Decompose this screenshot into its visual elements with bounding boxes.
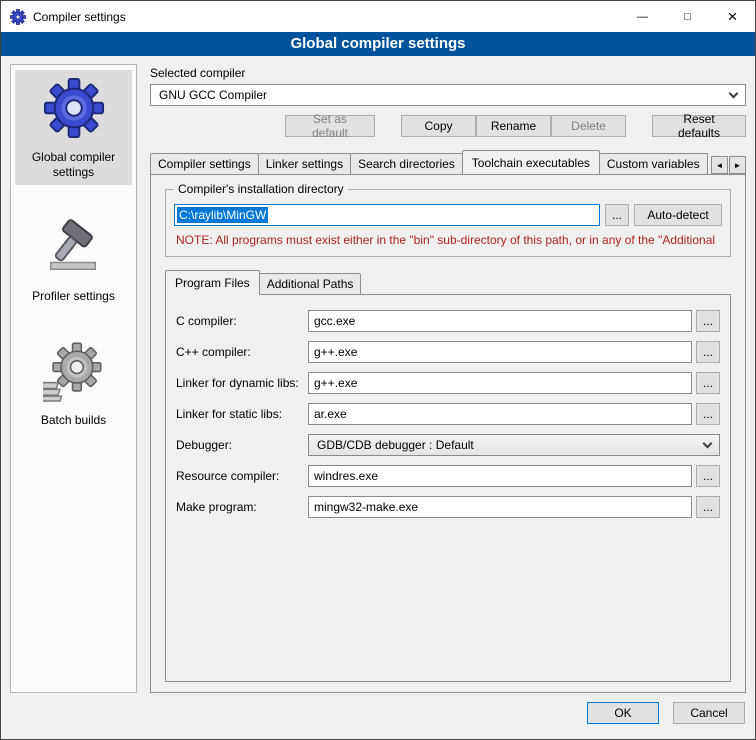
program-files-panel: C compiler: ... C++ compiler: ... Linker… — [165, 294, 731, 682]
tab-compiler-settings[interactable]: Compiler settings — [150, 153, 259, 174]
tab-scroll-left-icon[interactable]: ◄ — [711, 156, 728, 174]
debugger-label: Debugger: — [176, 438, 308, 452]
selected-compiler-dropdown[interactable]: GNU GCC Compiler — [150, 84, 746, 106]
minimize-button[interactable]: — — [620, 1, 665, 32]
installation-directory-group: Compiler's installation directory C:\ray… — [165, 189, 731, 257]
make-program-row: Make program: ... — [176, 496, 720, 518]
page-title: Global compiler settings — [1, 32, 755, 56]
window-controls: — □ × — [620, 1, 755, 32]
static-linker-browse-button[interactable]: ... — [696, 403, 720, 425]
compiler-settings-window: Compiler settings — □ × Global compiler … — [0, 0, 756, 740]
c-compiler-label: C compiler: — [176, 314, 308, 328]
static-linker-input[interactable] — [308, 403, 692, 425]
sidebar-item-batch-builds[interactable]: Batch builds — [15, 333, 132, 433]
maximize-button[interactable]: □ — [665, 1, 710, 32]
tab-build-options[interactable]: Build options — [707, 153, 708, 174]
make-program-label: Make program: — [176, 500, 308, 514]
chevron-down-icon — [703, 438, 713, 448]
resource-compiler-row: Resource compiler: ... — [176, 465, 720, 487]
compiler-actions: Set as default Copy Rename Delete Reset … — [150, 115, 746, 137]
debugger-value: GDB/CDB debugger : Default — [317, 438, 474, 452]
debugger-row: Debugger: GDB/CDB debugger : Default — [176, 434, 720, 456]
resource-compiler-input[interactable] — [308, 465, 692, 487]
sidebar-item-global-compiler-settings[interactable]: Global compiler settings — [15, 70, 132, 185]
profiler-hammer-icon — [43, 216, 105, 283]
resource-compiler-browse-button[interactable]: ... — [696, 465, 720, 487]
dialog-footer: OK Cancel — [1, 697, 755, 739]
toolchain-executables-panel: Compiler's installation directory C:\ray… — [150, 174, 746, 693]
static-linker-row: Linker for static libs: ... — [176, 403, 720, 425]
cancel-button[interactable]: Cancel — [673, 702, 745, 724]
cpp-compiler-row: C++ compiler: ... — [176, 341, 720, 363]
c-compiler-row: C compiler: ... — [176, 310, 720, 332]
reset-defaults-button[interactable]: Reset defaults — [652, 115, 746, 137]
static-linker-label: Linker for static libs: — [176, 407, 308, 421]
debugger-dropdown[interactable]: GDB/CDB debugger : Default — [308, 434, 720, 456]
resource-compiler-label: Resource compiler: — [176, 469, 308, 483]
window-title: Compiler settings — [33, 10, 126, 24]
installation-directory-input[interactable]: C:\raylib\MinGW — [174, 204, 600, 226]
cpp-compiler-label: C++ compiler: — [176, 345, 308, 359]
tab-program-files[interactable]: Program Files — [165, 270, 260, 295]
rename-button[interactable]: Rename — [476, 115, 551, 137]
make-program-input[interactable] — [308, 496, 692, 518]
app-gear-icon — [10, 9, 26, 25]
dynamic-linker-label: Linker for dynamic libs: — [176, 376, 308, 390]
copy-button[interactable]: Copy — [401, 115, 476, 137]
c-compiler-input[interactable] — [308, 310, 692, 332]
tab-search-directories[interactable]: Search directories — [350, 153, 463, 174]
make-program-browse-button[interactable]: ... — [696, 496, 720, 518]
cpp-compiler-input[interactable] — [308, 341, 692, 363]
auto-detect-button[interactable]: Auto-detect — [634, 204, 722, 226]
tab-custom-variables[interactable]: Custom variables — [599, 153, 708, 174]
selected-compiler-value: GNU GCC Compiler — [159, 88, 267, 102]
tab-additional-paths[interactable]: Additional Paths — [259, 273, 362, 294]
installation-directory-browse-button[interactable]: ... — [605, 204, 629, 226]
settings-tabstrip: Compiler settings Linker settings Search… — [150, 150, 746, 174]
sidebar-item-profiler-settings[interactable]: Profiler settings — [15, 209, 132, 309]
delete-button[interactable]: Delete — [551, 115, 626, 137]
c-compiler-browse-button[interactable]: ... — [696, 310, 720, 332]
selected-compiler-label: Selected compiler — [150, 66, 746, 80]
set-as-default-button[interactable]: Set as default — [285, 115, 375, 137]
installation-directory-row: C:\raylib\MinGW ... Auto-detect — [174, 204, 722, 226]
tab-toolchain-executables[interactable]: Toolchain executables — [462, 150, 600, 174]
dynamic-linker-input[interactable] — [308, 372, 692, 394]
main-panel: Selected compiler GNU GCC Compiler Set a… — [150, 64, 746, 693]
installation-directory-value: C:\raylib\MinGW — [177, 207, 268, 223]
ok-button[interactable]: OK — [587, 702, 659, 724]
sidebar-item-label: Batch builds — [41, 413, 106, 428]
gray-gear-icon — [43, 340, 105, 407]
cpp-compiler-browse-button[interactable]: ... — [696, 341, 720, 363]
program-files-tabstrip: Program Files Additional Paths — [165, 270, 731, 294]
dynamic-linker-row: Linker for dynamic libs: ... — [176, 372, 720, 394]
installation-note: NOTE: All programs must exist either in … — [176, 233, 722, 247]
tab-scroll-arrows: ◄ ► — [710, 156, 746, 174]
tab-scroll-right-icon[interactable]: ► — [729, 156, 746, 174]
chevron-down-icon — [729, 88, 739, 98]
dialog-body: Global compiler settings Profiler settin… — [1, 56, 755, 697]
tab-linker-settings[interactable]: Linker settings — [258, 153, 351, 174]
settings-sidebar: Global compiler settings Profiler settin… — [10, 64, 137, 693]
close-button[interactable]: × — [710, 1, 755, 32]
tabs-scroll-area: Compiler settings Linker settings Search… — [150, 150, 708, 174]
blue-gear-icon — [43, 77, 105, 144]
installation-directory-legend: Compiler's installation directory — [174, 182, 348, 196]
sidebar-item-label: Global compiler settings — [17, 150, 130, 180]
sidebar-item-label: Profiler settings — [32, 289, 115, 304]
titlebar: Compiler settings — □ × — [1, 1, 755, 32]
dynamic-linker-browse-button[interactable]: ... — [696, 372, 720, 394]
